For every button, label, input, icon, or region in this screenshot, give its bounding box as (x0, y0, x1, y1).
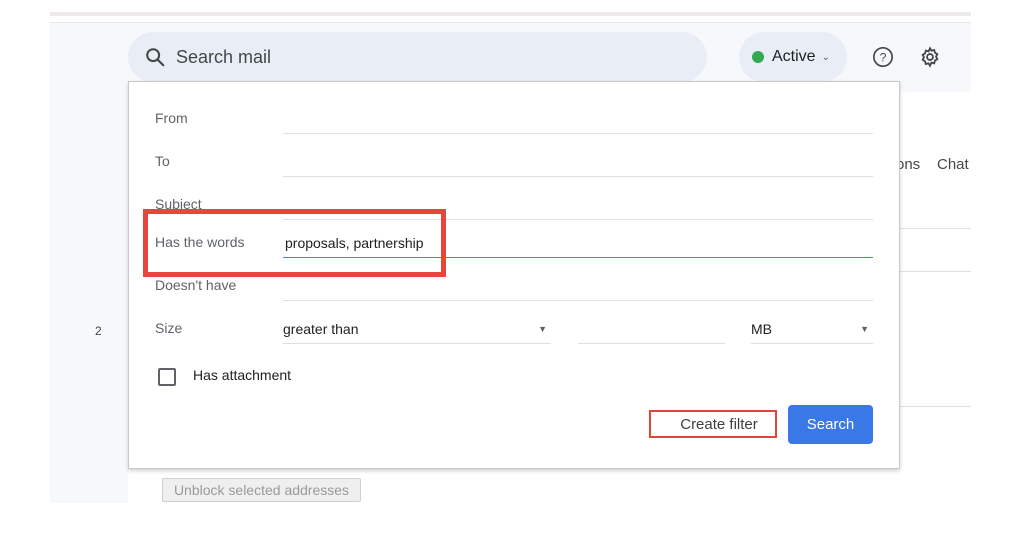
size-label: Size (155, 320, 183, 336)
row-number: 2 (95, 324, 102, 338)
doesnt-have-label: Doesn't have (155, 277, 237, 293)
unblock-selected-button[interactable]: Unblock selected addresses (162, 478, 361, 502)
status-dot-icon (752, 51, 764, 63)
to-row: To (155, 147, 873, 177)
tab-chat[interactable]: Chat (937, 156, 969, 173)
has-attachment-checkbox[interactable] (158, 368, 176, 386)
to-input[interactable] (283, 147, 873, 177)
dropdown-arrow-icon: ▼ (538, 324, 547, 334)
from-label: From (155, 110, 188, 126)
search-mail-bar[interactable]: Search mail (128, 32, 707, 82)
annotation-highlight-box (143, 209, 446, 277)
search-button[interactable]: Search (788, 405, 873, 444)
svg-text:?: ? (880, 51, 887, 65)
divider (898, 271, 971, 272)
status-dropdown[interactable]: Active ⌄ (739, 32, 847, 82)
size-comparator-select[interactable]: greater than ▼ (283, 314, 551, 344)
gear-icon[interactable] (919, 46, 941, 68)
size-unit-select[interactable]: MB ▼ (751, 314, 873, 344)
has-attachment-label: Has attachment (193, 367, 292, 383)
help-icon[interactable]: ? (872, 46, 894, 68)
search-placeholder[interactable]: Search mail (176, 47, 271, 68)
search-icon[interactable] (144, 46, 166, 68)
divider (898, 406, 971, 407)
from-input[interactable] (283, 104, 873, 134)
left-rail (50, 23, 128, 503)
from-row: From (155, 104, 873, 134)
size-amount-input[interactable] (578, 314, 725, 344)
size-row: Size greater than ▼ MB ▼ (155, 314, 873, 344)
chevron-down-icon: ⌄ (821, 51, 830, 63)
dropdown-arrow-icon: ▼ (860, 324, 869, 334)
to-label: To (155, 153, 170, 169)
top-divider (50, 12, 971, 16)
create-filter-button[interactable]: Create filter (649, 410, 777, 438)
divider (898, 228, 971, 229)
status-label: Active (772, 48, 816, 65)
